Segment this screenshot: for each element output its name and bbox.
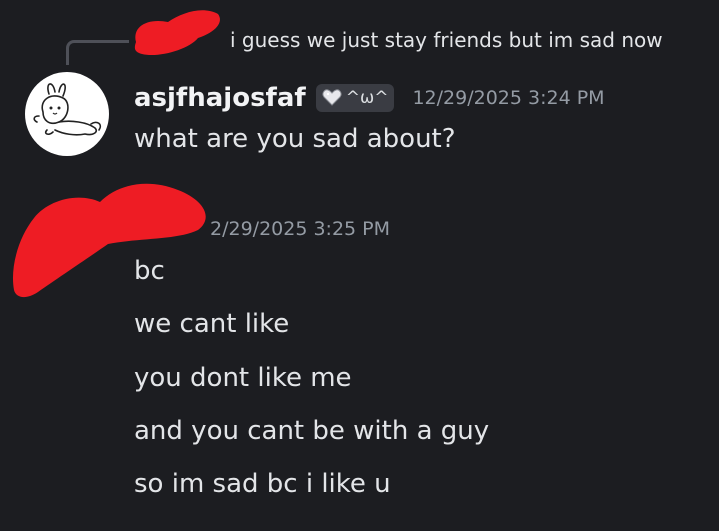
message-line: and you cant be with a guy — [134, 416, 490, 446]
replied-message-preview[interactable]: i guess we just stay friends but im sad … — [230, 28, 663, 52]
message-timestamp[interactable]: 12/29/2025 3:24 PM — [412, 87, 604, 109]
redaction-mark-author — [12, 183, 206, 298]
heart-icon — [322, 89, 342, 106]
clan-tag-badge[interactable]: ^ω^ — [315, 84, 395, 112]
bunny-icon — [33, 83, 102, 136]
clan-tag-text: ^ω^ — [345, 88, 389, 108]
user-avatar[interactable] — [25, 72, 109, 156]
message-line: you dont like me — [134, 363, 352, 393]
message-line: bc — [134, 256, 165, 286]
message-timestamp[interactable]: 2/29/2025 3:25 PM — [210, 218, 390, 240]
redaction-mark-reply — [134, 10, 220, 56]
message-header: asjfhajosfaf ^ω^ 12/29/2025 3:24 PM — [134, 80, 605, 116]
username[interactable]: asjfhajosfaf — [134, 83, 306, 113]
reply-connector-line — [66, 40, 129, 65]
message-line: we cant like — [134, 309, 290, 339]
message-line: so im sad bc i like u — [134, 469, 391, 499]
message-text: what are you sad about? — [134, 124, 456, 154]
